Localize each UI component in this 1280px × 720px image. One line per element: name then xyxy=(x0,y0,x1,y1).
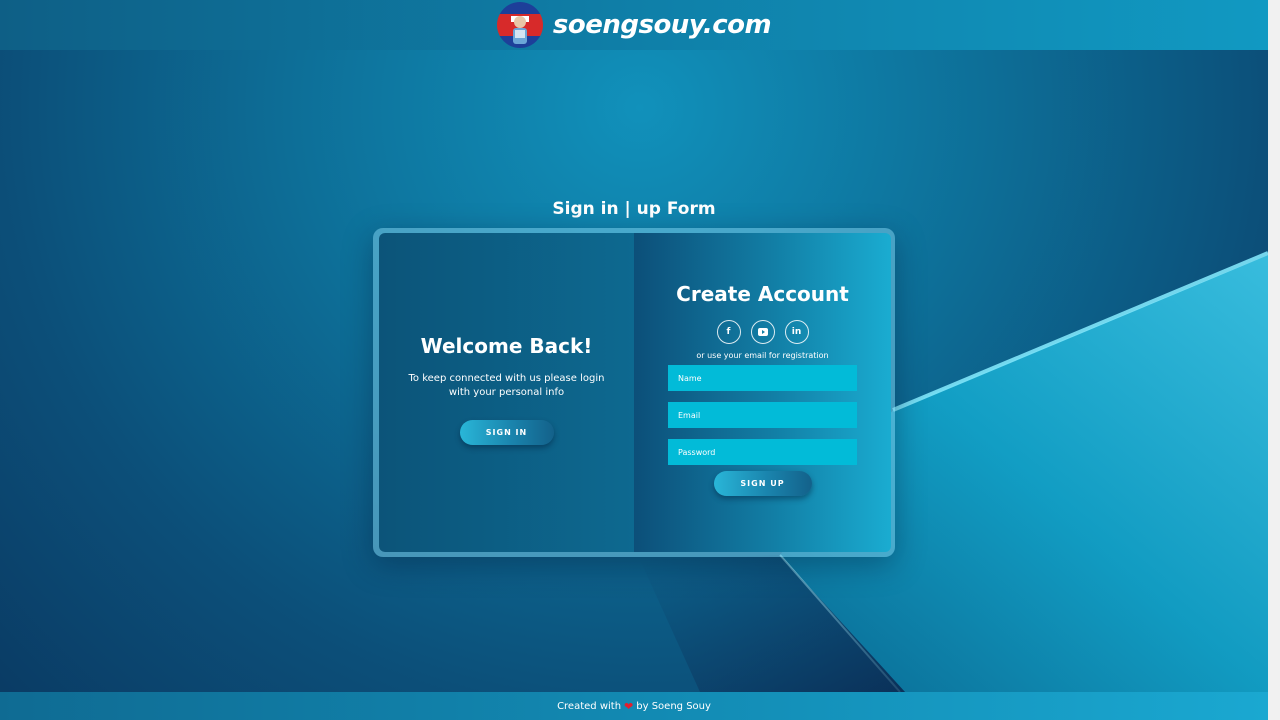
name-input[interactable] xyxy=(668,365,857,391)
footer-prefix: Created with xyxy=(557,700,622,712)
sign-in-button[interactable]: SIGN IN xyxy=(459,420,554,445)
youtube-play-glyph xyxy=(757,328,768,336)
heart-icon: ❤ xyxy=(624,699,634,713)
brand-name: soengsouy.com xyxy=(552,10,772,40)
registration-hint: or use your email for registration xyxy=(696,351,829,360)
password-input[interactable] xyxy=(668,439,857,465)
footer: Created with ❤ by Soeng Souy xyxy=(0,692,1268,720)
top-header: soengsouy.com xyxy=(0,0,1268,50)
welcome-panel: Welcome Back! To keep connected with us … xyxy=(379,233,634,552)
facebook-icon[interactable]: f xyxy=(716,320,741,344)
avatar-logo xyxy=(496,2,543,48)
footer-author: by Soeng Souy xyxy=(636,700,711,712)
sign-up-button[interactable]: SIGN UP xyxy=(713,471,812,496)
youtube-icon[interactable] xyxy=(750,320,775,344)
linkedin-icon[interactable]: in xyxy=(784,320,809,344)
form-card: Welcome Back! To keep connected with us … xyxy=(379,233,891,552)
welcome-heading: Welcome Back! xyxy=(420,334,593,358)
brand-link[interactable]: soengsouy.com xyxy=(496,2,772,48)
email-input[interactable] xyxy=(668,402,857,428)
page-title: Sign in | up Form xyxy=(552,199,716,219)
page-scrollbar[interactable] xyxy=(1268,0,1280,720)
create-account-heading: Create Account xyxy=(676,282,849,306)
signup-panel: Create Account f in or use your email fo… xyxy=(634,233,891,552)
social-links: f in xyxy=(716,320,809,344)
welcome-text: To keep connected with us please login w… xyxy=(408,373,605,398)
